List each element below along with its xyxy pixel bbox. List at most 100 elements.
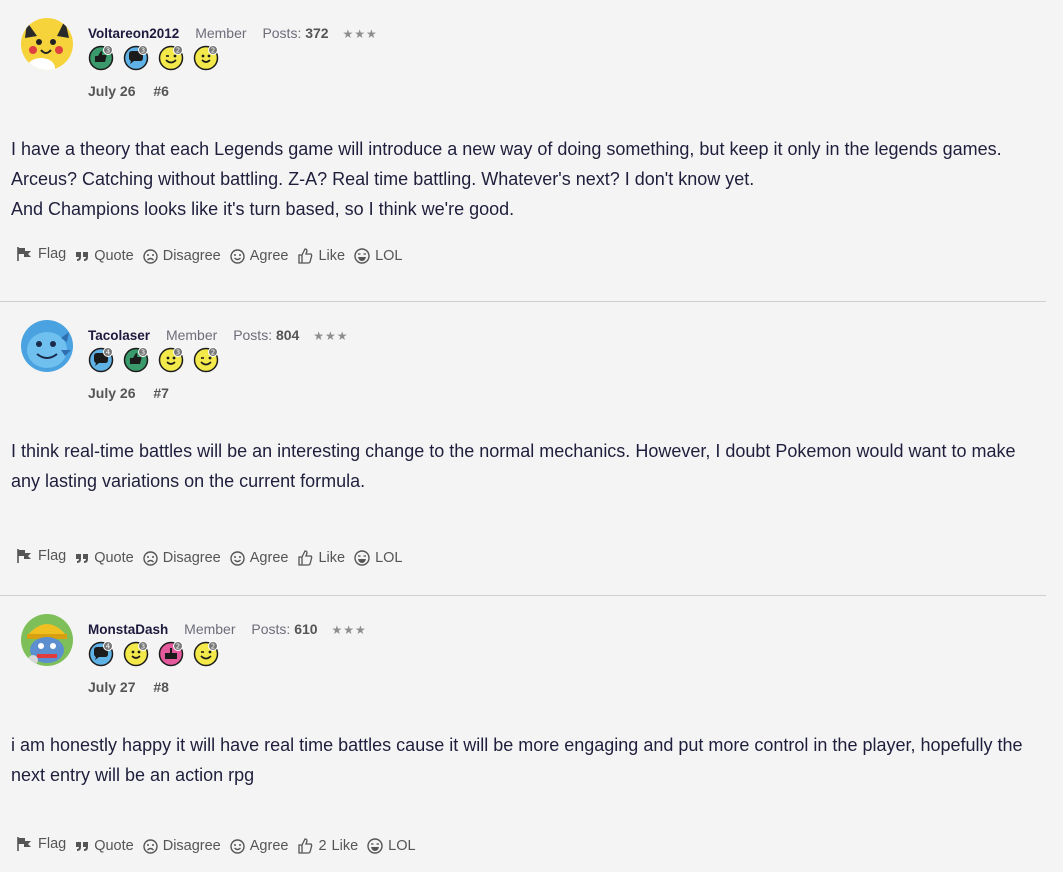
thumbs-up-badge-icon[interactable]: 3 [88, 45, 114, 71]
username[interactable]: Voltareon2012 [88, 26, 179, 41]
agree-label: Agree [249, 550, 289, 566]
flag-button[interactable]: Flag [16, 548, 66, 566]
avatar[interactable] [21, 614, 73, 666]
quote-button[interactable]: Quote [75, 550, 134, 566]
post-paragraph: I have a theory that each Legends game w… [11, 139, 1002, 189]
posts-label: Posts: [251, 621, 291, 637]
badge-level: 4 [106, 349, 111, 357]
badge-level: 3 [141, 643, 145, 651]
like-button[interactable]: Like [297, 248, 345, 264]
post: MonstaDash Member Posts: 610 ★★★ 4 3 2 2 Ju… [0, 596, 1046, 872]
flag-button[interactable]: Flag [16, 836, 66, 854]
posts-label: Posts: [262, 25, 302, 41]
agree-button[interactable]: Agree [230, 550, 289, 566]
like-button[interactable]: Like [297, 550, 345, 566]
like-icon [297, 838, 318, 854]
quote-label: Quote [94, 248, 134, 264]
lol-button[interactable]: LOL [367, 838, 416, 854]
post-body: I think real-time battles will be an int… [11, 436, 1041, 496]
user-role: Member [184, 621, 236, 637]
agree-button[interactable]: Agree [230, 248, 289, 264]
post-meta: Tacolaser Member Posts: 804 ★★★ [88, 326, 349, 345]
smile-face-badge-icon[interactable]: 3 [123, 641, 149, 667]
flag-label: Flag [38, 246, 67, 262]
avatar[interactable] [21, 320, 73, 372]
comment-badge-icon[interactable]: 4 [88, 347, 114, 373]
post-date[interactable]: July 27 [88, 679, 135, 695]
badge-level: 3 [141, 349, 145, 357]
smile-face-badge-icon[interactable]: 2 [193, 45, 219, 71]
disagree-button[interactable]: Disagree [143, 248, 221, 264]
like-button[interactable]: 2 Like [297, 838, 358, 854]
username[interactable]: Tacolaser [88, 328, 150, 343]
post-paragraph: I think real-time battles will be an int… [11, 441, 1016, 491]
agree-label: Agree [249, 248, 289, 264]
flag-icon [16, 247, 38, 264]
flag-icon [16, 549, 38, 566]
disagree-label: Disagree [162, 550, 221, 566]
wink-face-badge-icon[interactable]: 2 [158, 45, 184, 71]
lol-button[interactable]: LOL [354, 550, 402, 566]
flag-icon [16, 837, 38, 854]
quote-button[interactable]: Quote [75, 838, 134, 854]
lol-icon [354, 550, 375, 566]
badge-level: 2 [176, 643, 180, 651]
quote-button[interactable]: Quote [75, 248, 134, 264]
wink-face-badge-icon[interactable]: 2 [193, 347, 219, 373]
smile-face-badge-icon[interactable]: 3 [158, 347, 184, 373]
disagree-icon [143, 248, 163, 264]
badge-level: 3 [106, 47, 110, 55]
quote-label: Quote [94, 838, 134, 854]
post-paragraph: And Champions looks like it's turn based… [11, 199, 515, 219]
like-label: Like [318, 550, 346, 566]
disagree-icon [143, 550, 163, 566]
post-number[interactable]: #6 [153, 83, 169, 99]
badge-level: 2 [211, 47, 215, 55]
badge-level: 2 [211, 349, 215, 357]
quote-label: Quote [94, 550, 134, 566]
cake-badge-icon[interactable]: 2 [158, 641, 184, 667]
posts-count: 372 [305, 25, 329, 41]
rank-stars: ★★★ [342, 27, 378, 41]
disagree-label: Disagree [162, 838, 221, 854]
lol-button[interactable]: LOL [354, 248, 402, 264]
badge-level: 2 [176, 47, 180, 55]
agree-icon [230, 838, 250, 854]
disagree-icon [143, 838, 163, 854]
post-number[interactable]: #8 [153, 679, 169, 695]
flag-button[interactable]: Flag [16, 246, 67, 264]
post-date[interactable]: July 26 [88, 83, 135, 99]
like-count: 2 [318, 838, 327, 854]
post-number[interactable]: #7 [153, 385, 169, 401]
post-meta: MonstaDash Member Posts: 610 ★★★ [88, 620, 367, 639]
lol-label: LOL [388, 838, 416, 854]
username[interactable]: MonstaDash [88, 622, 168, 637]
reaction-bar: Flag Quote Disagree Agree 2 Like LOL [16, 836, 425, 854]
post: Voltareon2012 Member Posts: 372 ★★★ 3 3 2 2… [0, 0, 1046, 302]
thumbs-up-badge-icon[interactable]: 3 [123, 347, 149, 373]
posts-label: Posts: [233, 327, 273, 343]
disagree-button[interactable]: Disagree [143, 838, 221, 854]
reaction-bar: Flag Quote Disagree Agree Like LOL [16, 246, 411, 264]
agree-button[interactable]: Agree [230, 838, 289, 854]
lol-label: LOL [375, 550, 403, 566]
comment-badge-icon[interactable]: 3 [123, 45, 149, 71]
post-date[interactable]: July 26 [88, 385, 135, 401]
comment-badge-icon[interactable]: 4 [88, 641, 114, 667]
post: Tacolaser Member Posts: 804 ★★★ 4 3 3 2 Jul… [0, 302, 1046, 596]
rank-stars: ★★★ [331, 623, 367, 637]
post-paragraph: i am honestly happy it will have real ti… [11, 735, 1023, 785]
like-icon [297, 550, 318, 566]
quote-icon [75, 839, 94, 853]
post-thread: Voltareon2012 Member Posts: 372 ★★★ 3322… [0, 0, 1046, 872]
wink-face-badge-icon[interactable]: 2 [193, 641, 219, 667]
post-date-line: July 27 #8 [88, 679, 169, 695]
quote-icon [75, 249, 94, 263]
agree-label: Agree [249, 838, 289, 854]
avatar[interactable] [21, 18, 73, 70]
lol-label: LOL [375, 248, 403, 264]
lol-icon [354, 248, 375, 264]
user-role: Member [165, 327, 218, 343]
disagree-button[interactable]: Disagree [143, 550, 221, 566]
post-meta: Voltareon2012 Member Posts: 372 ★★★ [88, 24, 378, 43]
